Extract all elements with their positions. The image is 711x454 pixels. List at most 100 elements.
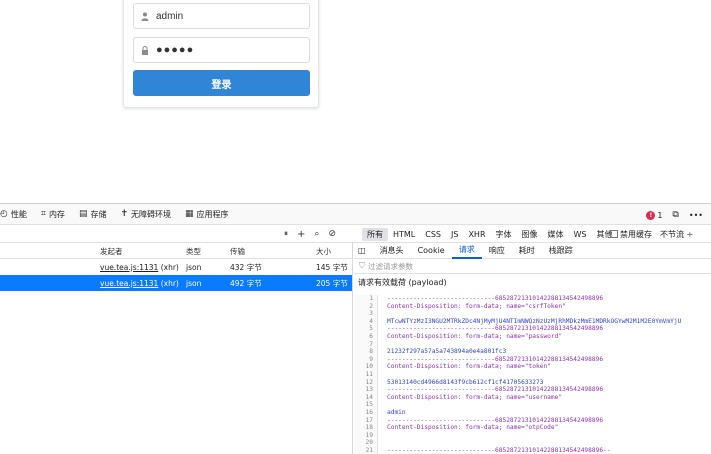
line-number: 15 [365,401,373,409]
table-row-selected[interactable]: vue.tea.js:1131 (xhr) json 492 字节 205 字节 [0,275,352,291]
filter-media[interactable]: 媒体 [543,228,569,241]
tab-label: 性能 [10,209,27,219]
line-number: 17 [365,416,373,424]
throttle-select[interactable]: 不节流 ÷ [660,229,693,240]
line-text: -----------------------------68528721310… [387,446,611,454]
login-page: admin ●●●●● 登录 [0,0,711,203]
tab-cookies[interactable]: Cookie [411,243,452,259]
line-number: 6 [369,332,373,340]
line-text: 21232f297a57a5a743894a0e4a801fc3 [387,348,507,356]
type-cell: json [186,262,202,272]
line-number: 2 [369,302,373,310]
initiator-link[interactable]: vue.tea.js:1131 [100,263,158,272]
payload-line: 5 -----------------------------6852872131… [354,325,711,333]
filter-icon: ⛉ [359,261,365,270]
size-cell: 145 字节 [316,262,348,272]
initiator-link[interactable]: vue.tea.js:1131 [100,279,158,288]
tab-application[interactable]: ▦ 应用程序 [178,203,236,225]
line-number: 21 [365,446,373,454]
line-number: 4 [369,317,373,325]
login-button[interactable]: 登录 [133,70,310,96]
param-filter-input[interactable]: ⛉ 过滤请求参数 [354,259,711,274]
dock-icon[interactable]: ⧉ [672,210,678,220]
header-size[interactable]: 大小 [316,243,331,259]
login-card: admin ●●●●● 登录 [123,0,319,108]
filter-html[interactable]: HTML [388,229,420,240]
payload-line: 20 [354,439,711,447]
line-number: 11 [365,370,373,378]
initiator-suffix: (xhr) [160,262,179,272]
pause-icon[interactable]: ⏸ [284,229,288,239]
tab-memory[interactable]: ⌗ 内存 [34,203,72,225]
tab-performance[interactable]: ◴ 性能 [0,203,34,225]
line-number: 7 [369,340,373,348]
line-number: 9 [369,355,373,363]
tab-stack-trace[interactable]: 栈跟踪 [542,243,580,259]
user-icon [134,12,156,21]
details-tab-bar: ◫ 消息头 Cookie 请求 响应 耗时 栈跟踪 [354,243,711,259]
password-input[interactable]: ●●●●● [133,37,310,63]
tab-storage[interactable]: ▤ 存储 [72,203,114,225]
line-number: 16 [365,408,373,416]
payload-line: 12 53013140cd4966d8143f9cb612cf1cf4170563… [354,379,711,387]
tab-response[interactable]: 响应 [482,243,512,259]
search-icon[interactable]: ⌕ [314,229,319,239]
payload-line: 18 Content-Disposition: form-data; name="… [354,424,711,432]
line-text: 53013140cd4966d8143f9cb612cf1cf417056332… [387,378,544,386]
filter-css[interactable]: CSS [420,229,446,240]
line-text: Content-Disposition: form-data; name="pa… [387,332,563,340]
block-icon[interactable]: ⊘ [328,229,336,239]
table-row[interactable]: vue.tea.js:1131 (xhr) json 432 字节 145 字节 [0,259,352,275]
filter-ws[interactable]: WS [569,229,592,240]
line-text: -----------------------------68528721310… [387,355,604,363]
username-input[interactable]: admin [133,3,310,29]
payload-line: 1 -----------------------------6852872131… [354,295,711,303]
tab-request[interactable]: 请求 [451,243,482,259]
screen: admin ●●●●● 登录 ◴ 性能 ⌗ 内存 ▤ 存储 ✝ 无障碍环境 ▦ … [0,0,711,454]
line-text: -----------------------------68528721310… [387,325,604,333]
filter-xhr[interactable]: XHR [463,229,490,240]
header-initiator[interactable]: 发起者 [100,243,123,259]
disable-cache-checkbox[interactable]: 禁用缓存 [610,229,652,240]
line-text: -----------------------------68528721310… [387,295,604,302]
toolbar-icons: ⏸ + ⌕ ⊘ [284,225,336,243]
type-cell: json [186,278,202,288]
password-value: ●●●●● [156,44,195,56]
header-type[interactable]: 类型 [186,243,201,259]
error-count: 1 [657,210,663,220]
panel-toggle-icon[interactable]: ◫ [354,243,373,259]
username-value: admin [156,10,184,22]
line-text: Content-Disposition: form-data; name="to… [387,363,551,371]
add-icon[interactable]: + [297,229,305,240]
more-options-icon[interactable]: ••• [689,211,703,220]
line-number: 18 [365,424,373,432]
line-number: 1 [369,295,373,302]
request-list-header: 发起者 类型 传输 大小 [0,243,352,259]
disable-cache-label: 禁用缓存 [620,229,652,239]
transferred-cell: 432 字节 [230,262,262,272]
tab-timings[interactable]: 耗时 [512,243,542,259]
tab-headers[interactable]: 消息头 [373,243,411,259]
request-list: 发起者 类型 传输 大小 vue.tea.js:1131 (xhr) json … [0,243,353,454]
payload-viewer[interactable]: 1 -----------------------------6852872131… [354,295,711,454]
filter-images[interactable]: 图像 [517,228,543,241]
filter-fonts[interactable]: 字体 [491,228,517,241]
initiator-cell: vue.tea.js:1131 (xhr) [100,259,179,275]
header-transferred[interactable]: 传输 [230,243,245,259]
line-number: 10 [365,363,373,371]
checkbox-icon [610,230,618,238]
payload-line: 10 Content-Disposition: form-data; name="… [354,363,711,371]
devtools-right-controls: ! 1 ⧉ ••• [646,204,703,226]
filter-js[interactable]: JS [446,229,463,240]
network-toolbar: ⏸ + ⌕ ⊘ 所有 HTML CSS JS XHR 字体 图像 媒体 WS 其… [0,225,711,243]
payload-line: 19 [354,432,711,440]
line-number: 14 [365,393,373,401]
error-icon: ! [646,210,656,220]
request-details-panel: ◫ 消息头 Cookie 请求 响应 耗时 栈跟踪 ⛉ 过滤请求参数 请求有效载… [354,243,711,454]
filter-all[interactable]: 所有 [362,227,388,241]
tab-accessibility[interactable]: ✝ 无障碍环境 [113,203,178,225]
transferred-cell: 492 字节 [230,278,262,288]
payload-line: 16 admin [354,409,711,417]
request-type-filters: 所有 HTML CSS JS XHR 字体 图像 媒体 WS 其他 [362,225,618,243]
error-counter[interactable]: ! 1 [646,210,663,220]
